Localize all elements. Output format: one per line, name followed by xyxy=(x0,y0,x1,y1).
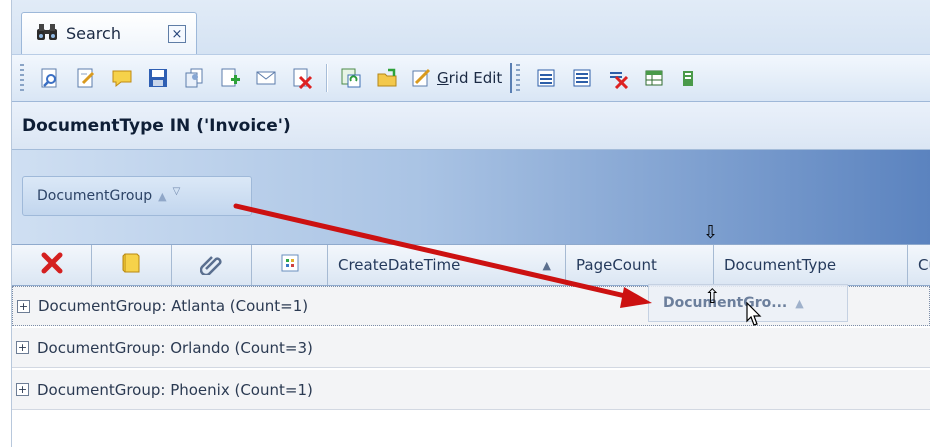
save-icon[interactable] xyxy=(145,65,171,91)
column-header-label: Cu xyxy=(918,256,930,274)
expand-icon[interactable]: + xyxy=(16,383,29,396)
status-icon xyxy=(281,254,299,276)
mouse-cursor-icon xyxy=(746,302,762,326)
filter-expression[interactable]: DocumentType IN ('Invoice') xyxy=(22,116,291,136)
tab-strip: Search × xyxy=(12,0,930,54)
attachment-icon xyxy=(199,251,224,279)
delete-document-icon[interactable] xyxy=(289,65,315,91)
table-icon[interactable] xyxy=(641,65,667,91)
tab-close-icon[interactable]: × xyxy=(168,25,186,43)
column-header-status[interactable] xyxy=(252,245,328,285)
group-by-panel[interactable]: DocumentGroup ▲ ▽ xyxy=(12,150,930,244)
open-folder-icon[interactable] xyxy=(374,65,400,91)
group-row-orlando[interactable]: + DocumentGroup: Orlando (Count=3) xyxy=(12,328,930,368)
list-view-icon[interactable] xyxy=(533,65,559,91)
group-row-phoenix[interactable]: + DocumentGroup: Phoenix (Count=1) xyxy=(12,370,930,410)
column-header-createdatetime[interactable]: CreateDateTime ▲ xyxy=(328,245,566,285)
note-icon xyxy=(120,251,144,279)
column-header-cu[interactable]: Cu xyxy=(908,245,930,285)
grid-edit-icon xyxy=(412,68,431,87)
group-chip-documentgroup[interactable]: DocumentGroup ▲ ▽ xyxy=(22,176,252,216)
search-window: Search × Grid Edit DocumentType IN ('Inv… xyxy=(12,0,930,447)
sort-ascending-icon: ▲ xyxy=(158,189,167,203)
delete-icon xyxy=(40,251,64,279)
tab-label: Search xyxy=(66,24,121,43)
drop-indicator-up-icon: ⇧ xyxy=(704,284,721,308)
group-row-label: DocumentGroup: Atlanta (Count=1) xyxy=(38,297,309,315)
filter-bar: DocumentType IN ('Invoice') xyxy=(12,102,930,150)
column-header-attachment[interactable] xyxy=(172,245,252,285)
column-header-label: CreateDateTime xyxy=(338,256,461,274)
column-header-pagecount[interactable]: PageCount xyxy=(566,245,714,285)
toolbar-separator xyxy=(326,64,327,92)
column-header-delete[interactable] xyxy=(12,245,92,285)
column-header-documenttype[interactable]: DocumentType xyxy=(714,245,908,285)
group-chip-label: DocumentGroup xyxy=(37,188,153,204)
add-document-icon[interactable] xyxy=(217,65,243,91)
window-left-border xyxy=(0,0,12,447)
drag-ghost-label: DocumentGro... xyxy=(663,295,788,311)
sort-ascending-icon: ▲ xyxy=(542,258,551,272)
column-header-row: CreateDateTime ▲ PageCount DocumentType … xyxy=(12,244,930,286)
column-filter-icon[interactable]: ▽ xyxy=(173,186,181,197)
remove-column-icon[interactable] xyxy=(605,65,631,91)
column-header-label: PageCount xyxy=(576,256,657,274)
column-header-label: DocumentType xyxy=(724,256,837,274)
copy-documents-icon[interactable] xyxy=(181,65,207,91)
toolbar-grip[interactable] xyxy=(20,64,24,92)
refresh-icon[interactable] xyxy=(338,65,364,91)
details-view-icon[interactable] xyxy=(569,65,595,91)
sort-ascending-icon: ▲ xyxy=(795,296,804,310)
grid-edit-button[interactable]: Grid Edit xyxy=(411,63,513,93)
group-row-label: DocumentGroup: Phoenix (Count=1) xyxy=(37,380,313,399)
email-icon[interactable] xyxy=(253,65,279,91)
expand-icon[interactable]: + xyxy=(17,299,30,313)
export-icon[interactable] xyxy=(677,65,703,91)
toolbar: Grid Edit xyxy=(12,54,930,102)
binoculars-icon xyxy=(36,23,58,45)
edit-document-icon[interactable] xyxy=(73,65,99,91)
drop-indicator-down-icon: ⇩ xyxy=(703,222,719,243)
column-header-note[interactable] xyxy=(92,245,172,285)
tab-search[interactable]: Search × xyxy=(21,12,197,54)
comment-icon[interactable] xyxy=(109,65,135,91)
grid-edit-label: Grid Edit xyxy=(437,69,503,87)
group-row-label: DocumentGroup: Orlando (Count=3) xyxy=(37,338,313,357)
search-document-icon[interactable] xyxy=(37,65,63,91)
toolbar-grip-2[interactable] xyxy=(516,64,521,92)
expand-icon[interactable]: + xyxy=(16,341,29,354)
